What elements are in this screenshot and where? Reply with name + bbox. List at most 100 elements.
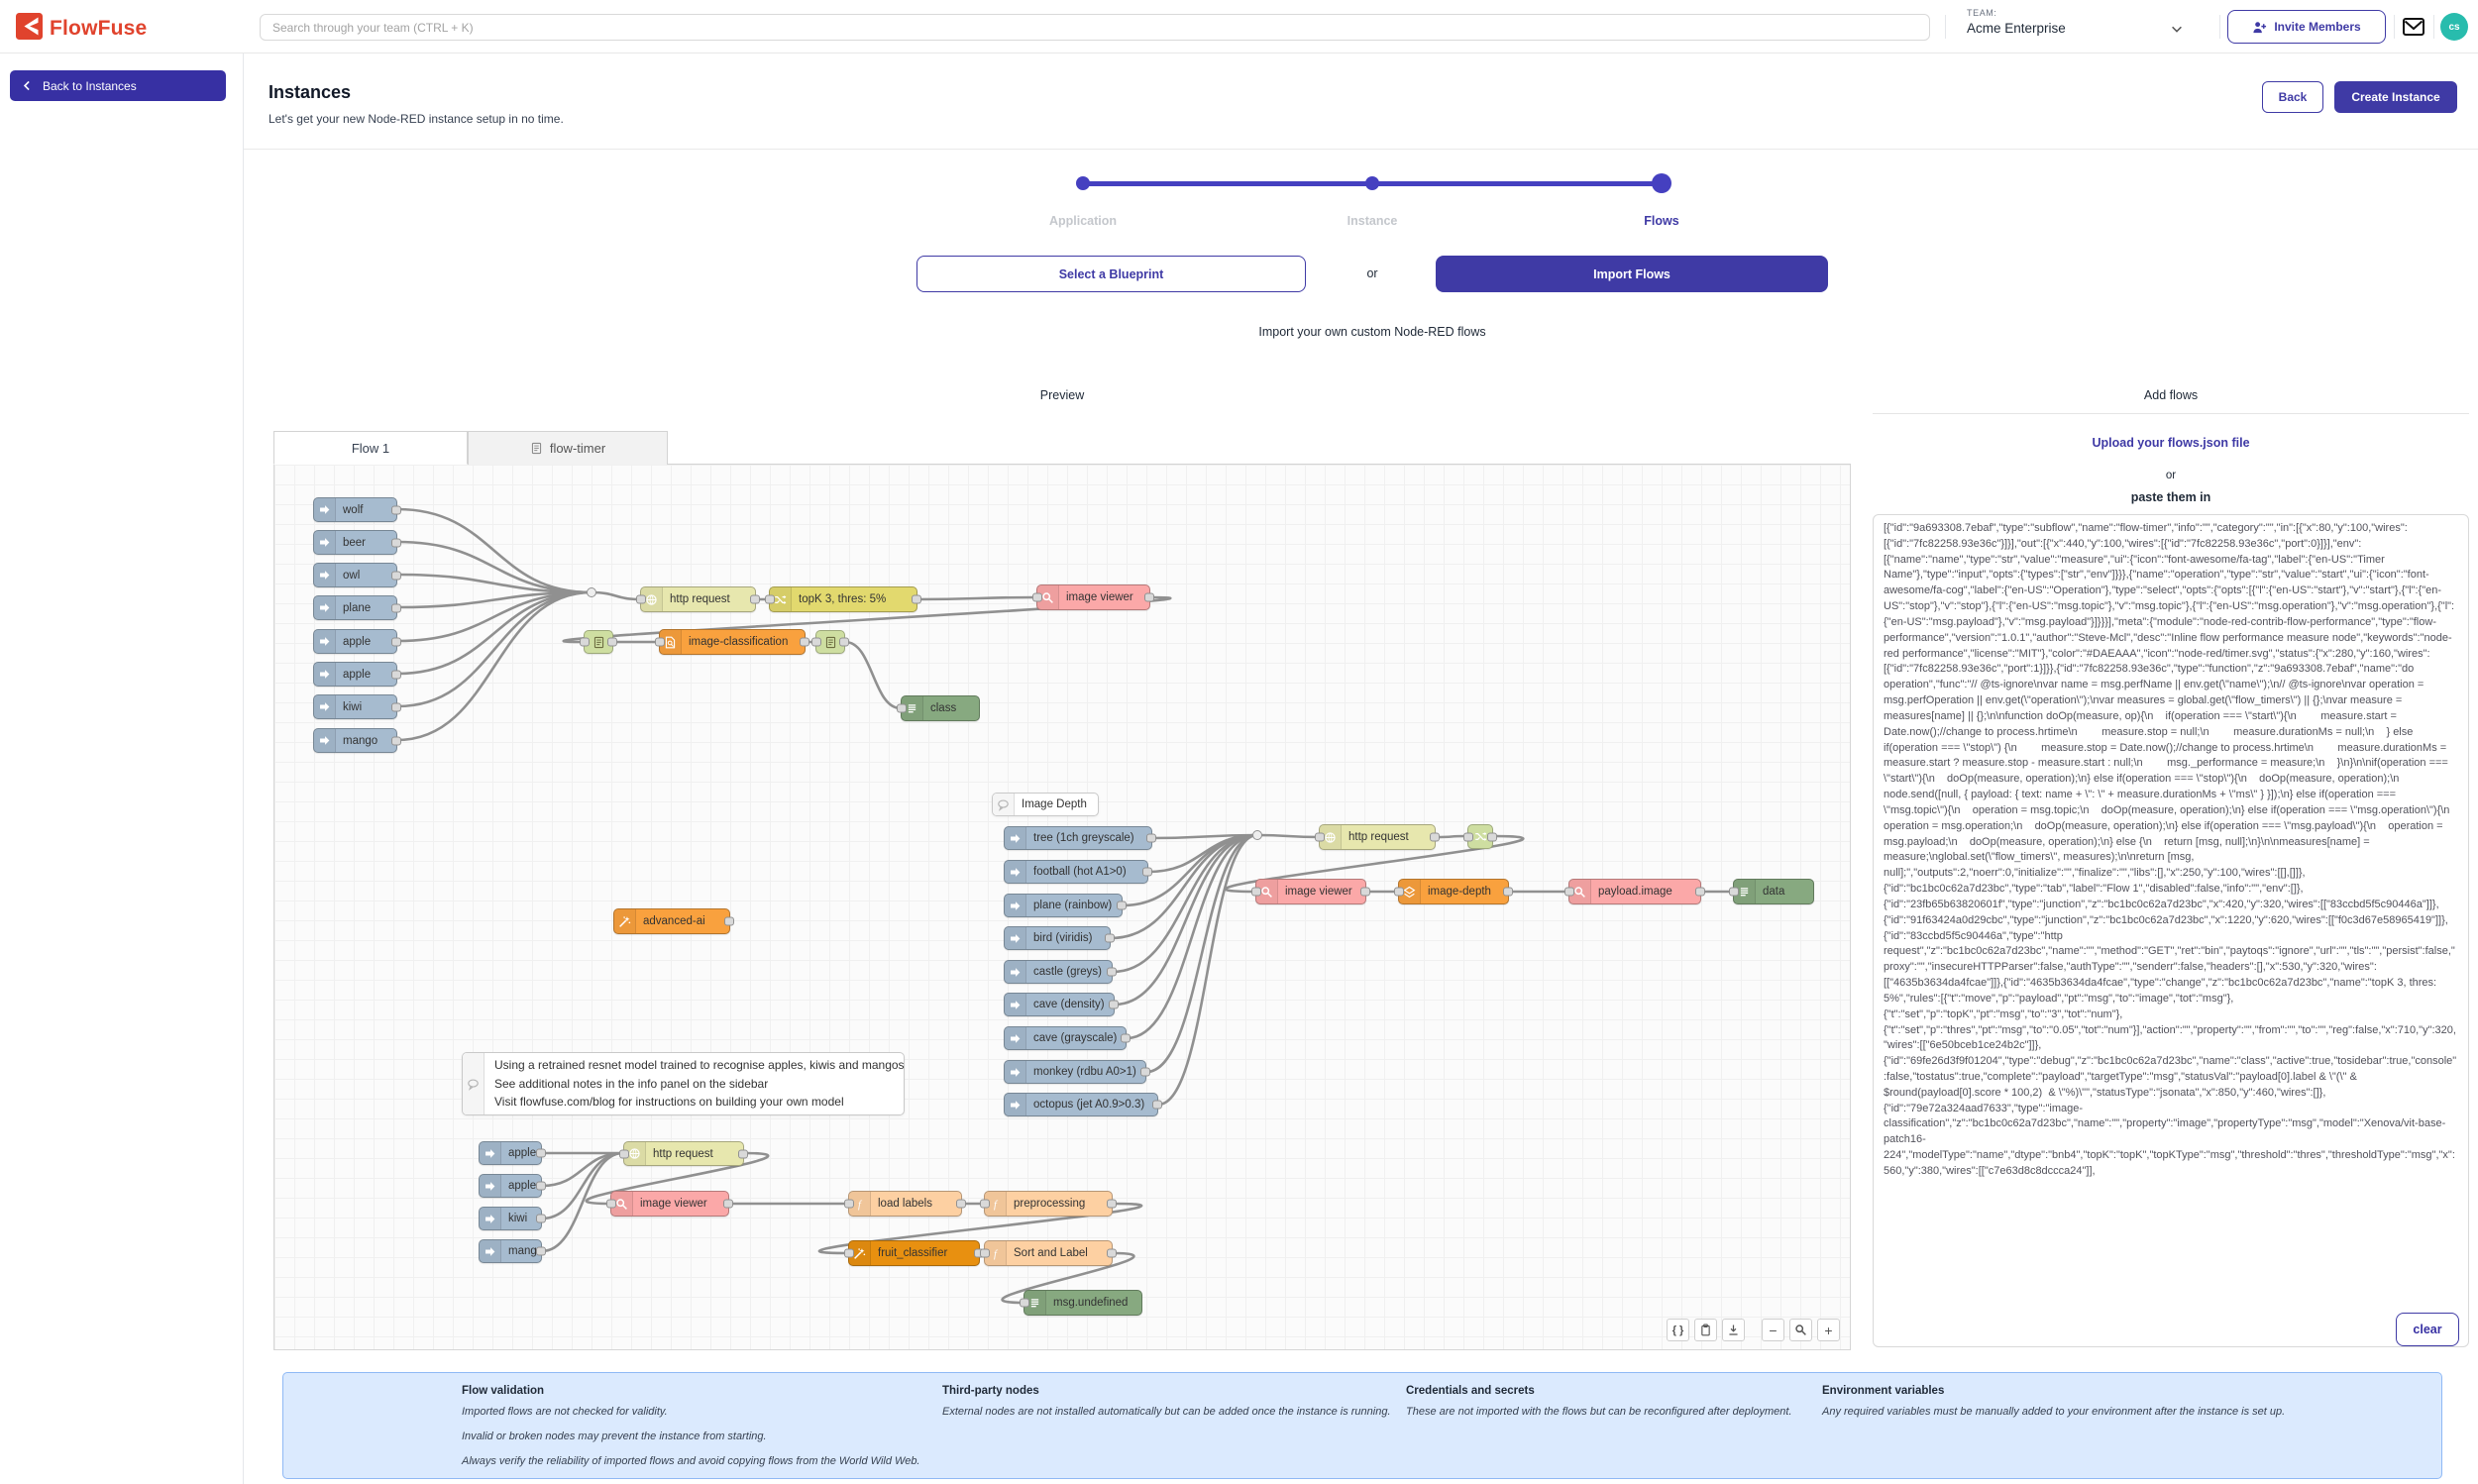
team-selector[interactable]: TEAM: Acme Enterprise	[1967, 8, 2214, 46]
flow-node[interactable]: beer	[313, 530, 397, 555]
search-input[interactable]	[260, 14, 1930, 41]
node-port[interactable]	[839, 638, 849, 647]
node-port[interactable]	[391, 637, 401, 646]
node-port[interactable]	[1121, 1034, 1131, 1043]
node-port[interactable]	[1140, 1068, 1150, 1077]
node-port[interactable]	[1430, 833, 1440, 842]
step-dot-application[interactable]	[1076, 176, 1090, 190]
node-port[interactable]	[1152, 1101, 1162, 1110]
flow-node[interactable]: football (hot A1>0)	[1004, 860, 1148, 884]
flow-node[interactable]: image viewer	[1036, 584, 1150, 610]
node-port[interactable]	[1564, 888, 1574, 897]
node-port[interactable]	[1105, 934, 1115, 943]
node-port[interactable]	[800, 638, 809, 647]
node-port[interactable]	[723, 1200, 733, 1209]
node-port[interactable]	[1360, 888, 1370, 897]
node-port[interactable]	[1251, 888, 1261, 897]
upload-flows-link[interactable]: Upload your flows.json file	[2092, 436, 2249, 450]
node-port[interactable]	[536, 1247, 546, 1256]
flow-node[interactable]: class	[901, 695, 980, 721]
node-port[interactable]	[811, 638, 821, 647]
zoom-out-button[interactable]: −	[1762, 1319, 1784, 1341]
flow-node[interactable]: http request	[640, 586, 756, 612]
node-port[interactable]	[619, 1149, 629, 1158]
flow-tab[interactable]: flow-timer	[468, 431, 668, 465]
node-port[interactable]	[391, 571, 401, 580]
node-port[interactable]	[1032, 593, 1042, 602]
node-port[interactable]	[391, 538, 401, 547]
flow-node[interactable]: plane	[313, 595, 397, 620]
comment-node[interactable]: Using a retrained resnet model trained t…	[462, 1052, 905, 1115]
flows-json-textarea[interactable]	[1873, 514, 2469, 1347]
flow-node[interactable]: octopus (jet A0.9>0.3)	[1004, 1093, 1158, 1116]
node-port[interactable]	[607, 638, 617, 647]
flow-node[interactable]: http request	[1319, 824, 1436, 850]
flow-node[interactable]: plane (rainbow)	[1004, 894, 1123, 917]
node-port[interactable]	[844, 1200, 854, 1209]
flow-tab[interactable]: Flow 1	[273, 431, 468, 465]
node-port[interactable]	[636, 595, 646, 604]
flow-node[interactable]: data	[1733, 879, 1814, 904]
flow-node[interactable]: monkey (rdbu A0>1)	[1004, 1060, 1146, 1084]
flowfuse-logo[interactable]: FlowFuse	[16, 13, 147, 45]
flow-node[interactable]: owl	[313, 563, 397, 587]
node-port[interactable]	[980, 1200, 990, 1209]
import-flows-button[interactable]: Import Flows	[1436, 256, 1828, 292]
comment-node[interactable]: Image Depth	[992, 793, 1099, 816]
node-port[interactable]	[1109, 1001, 1119, 1009]
node-port[interactable]	[391, 603, 401, 612]
node-port[interactable]	[391, 702, 401, 711]
flow-node[interactable]: fruit_classifier	[848, 1240, 980, 1266]
node-port[interactable]	[1144, 593, 1154, 602]
flow-node[interactable]: apple	[479, 1174, 542, 1198]
flow-node[interactable]: cave (density)	[1004, 993, 1115, 1016]
node-port[interactable]	[738, 1149, 748, 1158]
node-port[interactable]	[606, 1200, 616, 1209]
node-port[interactable]	[1107, 1200, 1117, 1209]
node-port[interactable]	[391, 736, 401, 745]
flow-node[interactable]: image-classification	[659, 629, 806, 655]
flow-node[interactable]: image viewer	[1255, 879, 1366, 904]
node-port[interactable]	[1142, 868, 1152, 877]
flow-node[interactable]: mango	[313, 728, 397, 753]
select-blueprint-button[interactable]: Select a Blueprint	[916, 256, 1306, 292]
node-port[interactable]	[1315, 833, 1325, 842]
flow-node[interactable]: http request	[623, 1141, 744, 1166]
node-port[interactable]	[750, 595, 760, 604]
flow-node[interactable]: image-depth	[1398, 879, 1509, 904]
flow-node[interactable]	[584, 630, 613, 654]
copy-button[interactable]	[1694, 1319, 1717, 1341]
flow-node[interactable]: fpreprocessing	[984, 1191, 1113, 1217]
node-port[interactable]	[956, 1200, 966, 1209]
flow-node[interactable]	[1467, 824, 1493, 849]
flow-node[interactable]: msg.undefined	[1024, 1290, 1142, 1316]
flow-node[interactable]: fSort and Label	[984, 1240, 1113, 1266]
node-port[interactable]	[1729, 888, 1739, 897]
step-dot-instance[interactable]	[1365, 176, 1379, 190]
back-to-instances-button[interactable]: Back to Instances	[10, 70, 226, 101]
node-port[interactable]	[1503, 888, 1513, 897]
flow-node[interactable]: bird (viridis)	[1004, 926, 1111, 950]
node-port[interactable]	[1117, 901, 1127, 910]
node-port[interactable]	[1695, 888, 1705, 897]
flow-node[interactable]: kiwi	[313, 694, 397, 719]
node-port[interactable]	[980, 1249, 990, 1258]
zoom-reset-button[interactable]	[1789, 1319, 1812, 1341]
node-port[interactable]	[912, 595, 921, 604]
node-port[interactable]	[536, 1182, 546, 1191]
node-port[interactable]	[1020, 1299, 1029, 1308]
flow-node[interactable]	[815, 630, 845, 654]
clear-button[interactable]: clear	[2396, 1313, 2459, 1346]
node-port[interactable]	[1487, 832, 1497, 841]
flow-node[interactable]: fload labels	[848, 1191, 962, 1217]
zoom-in-button[interactable]: +	[1817, 1319, 1840, 1341]
flow-node[interactable]: castle (greys)	[1004, 960, 1113, 984]
step-dot-flows[interactable]	[1652, 173, 1671, 193]
flow-node[interactable]: apple	[313, 629, 397, 654]
node-port[interactable]	[655, 638, 665, 647]
node-port[interactable]	[765, 595, 775, 604]
flow-node[interactable]: payload.image	[1568, 879, 1701, 904]
flow-node[interactable]: image viewer	[610, 1191, 729, 1217]
flow-node[interactable]: wolf	[313, 497, 397, 522]
node-port[interactable]	[391, 505, 401, 514]
